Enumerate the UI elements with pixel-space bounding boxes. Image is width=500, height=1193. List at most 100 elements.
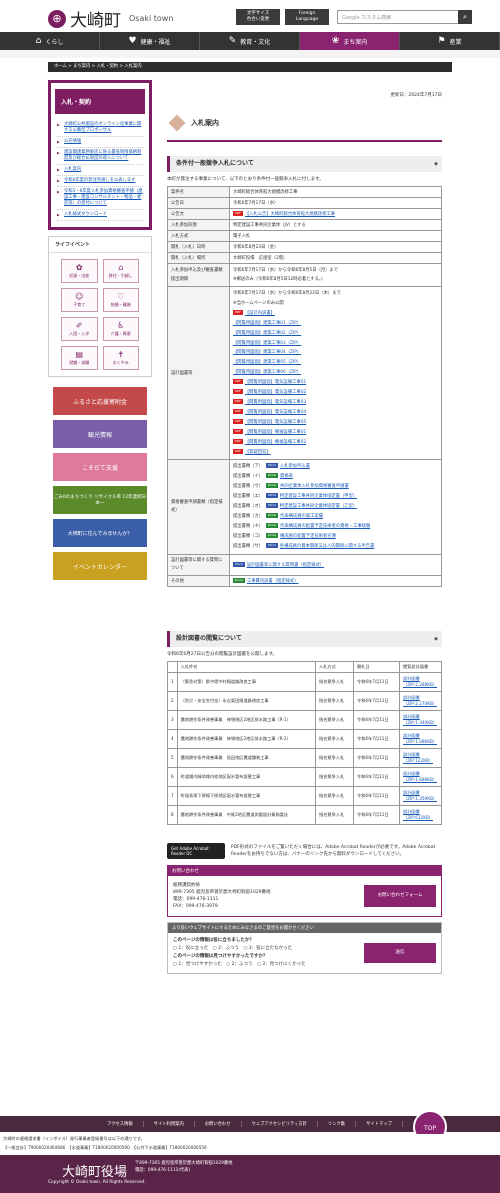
qualification-doc-item[interactable]: 提出書類（イ） Excel 資格表: [233, 472, 438, 482]
sidebar-item[interactable]: 大崎町公共施設のオンライン化事業に関する公募型プロポーザル: [57, 120, 143, 137]
design-doc-link[interactable]: 【閲覧用図面】電気設備工事05: [245, 420, 306, 425]
design-doc-link[interactable]: 【閲覧用図面】建築工事04（ZIP）: [233, 350, 301, 355]
design-doc-link[interactable]: 【質疑回答】: [245, 450, 271, 455]
sidebar-item[interactable]: 入札案内: [57, 165, 143, 176]
footer-link[interactable]: アクセス情報: [97, 1121, 144, 1127]
design-doc-link[interactable]: 【閲覧用図面】機械設備工事02: [245, 440, 306, 445]
search-icon[interactable]: ⌕: [458, 10, 472, 24]
qualification-doc-item[interactable]: 提出書類（カ） Excel 代表構成員の施工実績: [233, 512, 438, 522]
inquiry-form-button[interactable]: お問い合わせフォーム: [364, 884, 436, 907]
design-doc-link[interactable]: 【閲覧用図面】電気設備工事01: [245, 380, 306, 385]
adobe-reader-button[interactable]: Get Adobe Acrobat Reader DC: [167, 842, 225, 859]
sidebar-item[interactable]: 令和5・6年度入札参加資格審査申請（建設工事・建設コンサルタント・物品・委託等）…: [57, 187, 143, 210]
design-zip-link[interactable]: 設計図書（ZIP:1.688KB）: [403, 771, 437, 782]
design-zip-link[interactable]: 設計図書（ZIP:122KB）: [403, 752, 433, 763]
design-doc-item[interactable]: PDF 【設計内訳書】: [233, 309, 438, 319]
life-event-care[interactable]: ♿ 介護・障害: [102, 317, 139, 341]
footer-link[interactable]: ウェブアクセシビリティ方針: [242, 1121, 318, 1127]
design-zip-link[interactable]: 設計図書（ZIP:1.086KB）: [403, 733, 437, 744]
qualification-doc-link[interactable]: 各構成員の資本関係又は人的関係に関する申告書: [280, 544, 375, 549]
design-doc-link[interactable]: 【設計内訳書】: [245, 311, 275, 316]
design-doc-item[interactable]: PDF 【閲覧用図面】電気設備工事05: [233, 418, 438, 428]
life-event-job[interactable]: ▤ 就職・退職: [61, 346, 98, 370]
design-doc-item[interactable]: 【閲覧用図面】建築工事06（ZIP）: [233, 368, 438, 378]
design-doc-link[interactable]: 【閲覧用図面】建築工事03（ZIP）: [233, 341, 301, 346]
design-doc-link[interactable]: 【閲覧用図面】建築工事06（ZIP）: [233, 370, 301, 375]
design-doc-item[interactable]: 【閲覧用図面】建築工事04（ZIP）: [233, 348, 438, 358]
qualification-doc-item[interactable]: 提出書類（ア） Word 入札参加申込書: [233, 462, 438, 472]
design-doc-link[interactable]: 【閲覧用図面】建築工事01（ZIP）: [233, 321, 301, 326]
footer-link[interactable]: リンク集: [318, 1121, 357, 1127]
footer-link[interactable]: サイト利用案内: [144, 1121, 195, 1127]
life-event-childcare[interactable]: ☺ 子育て: [61, 288, 98, 312]
life-event-pregnancy[interactable]: ✿ 妊娠・出産: [61, 259, 98, 283]
nav-health[interactable]: ♥ 健康・福祉: [100, 32, 200, 50]
qualification-doc-link[interactable]: 代表構成員の配置予定技術者の資格・工事経験: [280, 524, 370, 529]
design-doc-item[interactable]: PDF 【閲覧用図面】電気設備工事04: [233, 408, 438, 418]
banner-kosodate[interactable]: こそだて支援: [53, 453, 147, 481]
design-doc-item[interactable]: PDF 【閲覧用図面】電気設備工事01: [233, 378, 438, 388]
banner-recycle[interactable]: ごみ0のまちづくり リサイクル率 12年連続日本一: [53, 486, 147, 514]
font-size-button[interactable]: 文字サイズ 色合い変更: [236, 9, 280, 25]
design-doc-link[interactable]: 【閲覧用図面】建築工事05（ZIP）: [233, 360, 301, 365]
design-zip-link[interactable]: 設計図書（ZIP:1.359KB）: [403, 790, 437, 801]
footer-logo[interactable]: 大崎町役場: [62, 1161, 127, 1180]
design-doc-link[interactable]: 【閲覧用図面】機械設備工事01: [245, 430, 306, 435]
footer-link[interactable]: サイトマップ: [356, 1121, 403, 1127]
qualification-doc-item[interactable]: 提出書類（サ） Word 各構成員の資本関係又は人的関係に関する申告書: [233, 542, 438, 552]
nav-town-guide[interactable]: ❀ まち案内: [300, 32, 400, 50]
design-doc-item[interactable]: PDF 【質疑回答】: [233, 448, 438, 458]
qualification-doc-link[interactable]: 共同企業体入札参加資格審査申請書: [280, 484, 349, 489]
sidebar-item[interactable]: 建設関連業務委託に係る最低制限価格制度及び総合払制度の導入について: [57, 148, 143, 165]
qualification-doc-item[interactable]: 提出書類（エ） Word 特定建設工事共同企業体協定書（甲型）: [233, 492, 438, 502]
qualification-doc-link[interactable]: 特定建設工事共同企業体協定書（甲型）: [280, 494, 357, 499]
nav-education[interactable]: ✎ 教育・文化: [200, 32, 300, 50]
design-doc-item[interactable]: PDF 【閲覧用図面】機械設備工事02: [233, 438, 438, 448]
qualification-doc-link[interactable]: 構成員の配置予定技術者名簿: [280, 534, 336, 539]
banner-living[interactable]: 大崎町に住んでみませんか？: [53, 519, 147, 547]
design-zip-link[interactable]: 設計図書（ZIP:612KB）: [403, 809, 433, 820]
feedback-submit-button[interactable]: 送信: [364, 942, 436, 963]
design-doc-item[interactable]: 【閲覧用図面】建築工事02（ZIP）: [233, 329, 438, 339]
foreign-language-button[interactable]: Foreign Language: [285, 9, 329, 25]
nav-kurashi[interactable]: ⌂ くらし: [0, 32, 100, 50]
breadcrumb[interactable]: ホーム > まち案内 > 入札・契約 > 入札案内: [48, 62, 452, 72]
qualification-doc-item[interactable]: 提出書類（キ） Excel 代表構成員の配置予定技術者の資格・工事経験: [233, 522, 438, 532]
design-zip-link[interactable]: 設計図書（ZIP:2.288KB）: [403, 676, 437, 687]
design-doc-link[interactable]: 【閲覧用図面】電気設備工事02: [245, 390, 306, 395]
design-doc-item[interactable]: PDF 【閲覧用図面】電気設備工事03: [233, 398, 438, 408]
design-doc-item[interactable]: 【閲覧用図面】建築工事05（ZIP）: [233, 358, 438, 368]
search-input[interactable]: Google カスタム検索: [337, 10, 460, 24]
life-event-moving[interactable]: ⌂ 移住・引越し: [102, 259, 139, 283]
design-doc-item[interactable]: 【閲覧用図面】建築工事01（ZIP）: [233, 319, 438, 329]
question-form-link[interactable]: 設計図書等に関する質問書（指定様式）: [247, 563, 324, 568]
design-zip-link[interactable]: 設計図書（ZIP:1.340KB）: [403, 714, 437, 725]
life-event-marriage[interactable]: ♡ 結婚・離婚: [102, 288, 139, 312]
life-event-school[interactable]: ✐ 入園・入学: [61, 317, 98, 341]
qualification-doc-item[interactable]: 提出書類（コ） Excel 構成員の配置予定技術者名簿: [233, 532, 438, 542]
section-heading[interactable]: 設計図書の閲覧について ◆: [167, 630, 442, 647]
feedback-radio-q2[interactable]: ○ 1：見つけやすかった ○ 2：ふつう ○ 3：見つけにくかった: [173, 961, 306, 969]
qualification-doc-link[interactable]: 特定建設工事共同企業体協定書（乙型）: [280, 504, 357, 509]
design-zip-link[interactable]: 設計図書（ZIP:2.274KB）: [403, 695, 437, 706]
qualification-doc-link[interactable]: 代表構成員の施工実績: [280, 514, 323, 519]
design-doc-item[interactable]: PDF 【閲覧用図面】電気設備工事02: [233, 388, 438, 398]
design-doc-item[interactable]: 【閲覧用図面】建築工事03（ZIP）: [233, 339, 438, 349]
qualification-doc-item[interactable]: 提出書類（ウ） Excel 共同企業体入札参加資格審査申請書: [233, 482, 438, 492]
notice-link[interactable]: 【入札公告】大崎町総合体育館大規模改修工事: [245, 212, 335, 217]
design-doc-link[interactable]: 【閲覧用図面】電気設備工事03: [245, 400, 306, 405]
design-doc-link[interactable]: 【閲覧用図面】建築工事02（ZIP）: [233, 331, 301, 336]
section-heading[interactable]: 条件付一般競争入札について ◆: [167, 156, 442, 172]
design-doc-link[interactable]: 【閲覧用図面】電気設備工事04: [245, 410, 306, 415]
life-event-condolence[interactable]: ✝ おくやみ: [102, 346, 139, 370]
site-logo[interactable]: ⊕ 大崎町 Osaki town: [48, 6, 173, 31]
feedback-radio-q1[interactable]: ○ 1：役に立った ○ 2：ふつう ○ 3：役に立たなかった: [173, 945, 306, 953]
qualification-doc-link[interactable]: 入札参加申込書: [280, 464, 310, 469]
qualification-doc-item[interactable]: 提出書類（オ） Word 特定建設工事共同企業体協定書（乙型）: [233, 502, 438, 512]
footer-link[interactable]: お問い合わせ: [195, 1121, 242, 1127]
sidebar-item[interactable]: 入札様式ダウンロード: [57, 210, 143, 221]
qualification-doc-link[interactable]: 資格表: [280, 474, 293, 479]
sidebar-item[interactable]: 公売情報: [57, 137, 143, 148]
banner-tourism[interactable]: 観光情報: [53, 420, 147, 448]
cost-breakdown-link[interactable]: 工事費内訳書（指定様式）: [247, 579, 299, 584]
